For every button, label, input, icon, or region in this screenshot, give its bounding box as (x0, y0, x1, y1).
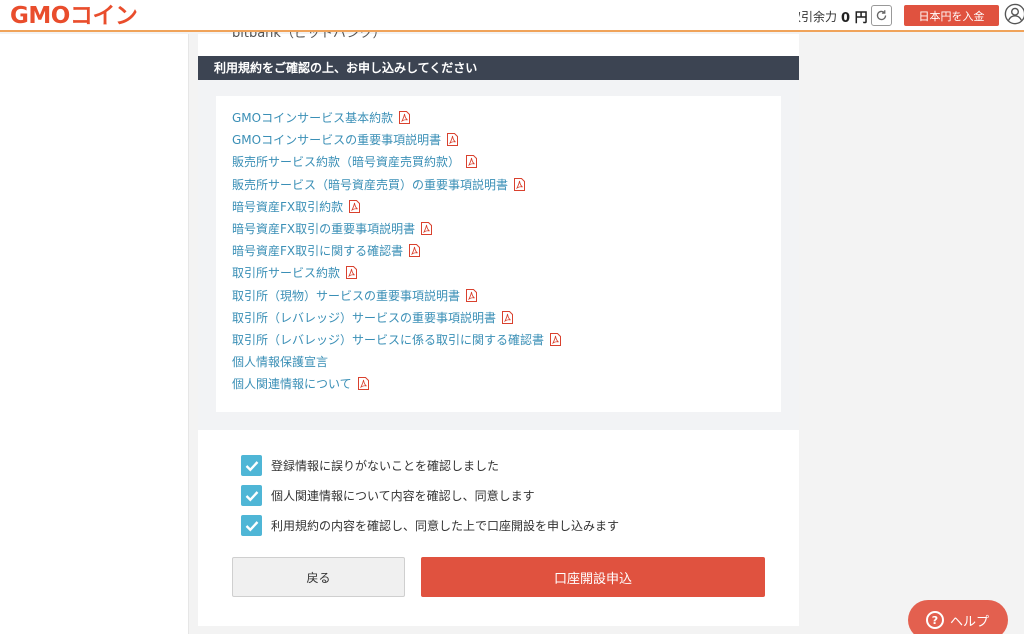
confirmation-row[interactable]: 個人関連情報について内容を確認し、同意します (241, 485, 535, 506)
pdf-icon (349, 199, 361, 213)
terms-link-label: GMOコインサービス基本約款 (232, 111, 394, 125)
top-header-overlay (0, 0, 1024, 32)
pdf-icon (502, 310, 514, 324)
checkmark-icon (245, 520, 258, 532)
terms-link[interactable]: 取引所（レバレッジ）サービスの重要事項説明書 (232, 309, 514, 326)
terms-link[interactable]: 取引所サービス約款 (232, 264, 358, 281)
terms-link-label: 暗号資産FX取引約款 (232, 199, 344, 214)
section-title: 利用規約をご確認の上、お申し込みしてください (198, 56, 799, 80)
confirmation-row[interactable]: 利用規約の内容を確認し、同意した上で口座開設を申し込みます (241, 515, 619, 536)
pdf-icon (466, 288, 478, 302)
back-button[interactable]: 戻る (232, 557, 405, 597)
pdf-icon (399, 111, 411, 124)
terms-link-label: 取引所（レバレッジ）サービスに係る取引に関する確認書 (232, 333, 545, 347)
confirmation-checkbox[interactable] (241, 485, 262, 506)
terms-link[interactable]: 暗号資産FX取引の重要事項説明書 (232, 220, 433, 237)
pdf-icon (514, 177, 526, 191)
checkmark-icon (245, 490, 258, 502)
pdf-icon (409, 244, 421, 258)
terms-link[interactable]: 暗号資産FX取引約款 (232, 198, 361, 215)
confirmation-label: 個人関連情報について内容を確認し、同意します (271, 489, 535, 503)
terms-link[interactable]: 取引所（現物）サービスの重要事項説明書 (232, 287, 478, 304)
confirmation-label: 利用規約の内容を確認し、同意した上で口座開設を申し込みます (271, 519, 620, 533)
terms-link-label: 個人情報保護宣言 (232, 355, 329, 370)
left-sidebar (0, 34, 189, 634)
confirmation-row[interactable]: 登録情報に誤りがないことを確認しました (241, 455, 499, 476)
terms-link[interactable]: 販売所サービス（暗号資産売買）の重要事項説明書 (232, 176, 526, 193)
terms-link[interactable]: 販売所サービス約款（暗号資産売買約款） (232, 153, 478, 170)
terms-link-label: 個人関連情報について (232, 377, 352, 392)
pdf-icon (421, 222, 433, 235)
terms-link-label: 取引所（現物）サービスの重要事項説明書 (232, 288, 461, 303)
terms-link[interactable]: 個人情報保護宣言 (232, 353, 328, 370)
terms-link-label: 暗号資産FX取引の重要事項説明書 (232, 222, 416, 236)
pdf-icon (466, 155, 478, 169)
pdf-icon (346, 266, 358, 280)
confirmation-label: 登録情報に誤りがないことを確認しました (271, 459, 500, 473)
terms-link[interactable]: 取引所（レバレッジ）サービスに係る取引に関する確認書 (232, 331, 562, 348)
confirmation-checkbox[interactable] (241, 515, 262, 536)
terms-link-label: 販売所サービス約款（暗号資産売買約款） (232, 155, 461, 170)
help-icon: ? (926, 611, 944, 629)
confirmation-checkbox[interactable] (241, 455, 262, 476)
terms-link[interactable]: 暗号資産FX取引に関する確認書 (232, 242, 421, 259)
terms-link-label: 販売所サービス（暗号資産売買）の重要事項説明書 (232, 177, 509, 192)
terms-link-label: 暗号資産FX取引に関する確認書 (232, 244, 404, 259)
help-label: ヘルプ (950, 614, 990, 630)
terms-link[interactable]: 個人関連情報について (232, 375, 369, 392)
pdf-icon (447, 133, 459, 147)
pdf-icon (357, 377, 369, 391)
terms-link[interactable]: GMOコインサービス基本約款 (232, 109, 411, 126)
terms-link-label: GMOコインサービスの重要事項説明書 (232, 133, 442, 148)
terms-link-label: 取引所サービス約款 (232, 266, 341, 281)
apply-account-button[interactable]: 口座開設申込 (421, 557, 765, 597)
pdf-icon (550, 333, 562, 346)
checkmark-icon (245, 460, 258, 472)
help-button[interactable]: ? ヘルプ (908, 600, 1008, 634)
terms-link[interactable]: GMOコインサービスの重要事項説明書 (232, 131, 459, 148)
terms-link-label: 取引所（レバレッジ）サービスの重要事項説明書 (232, 310, 497, 325)
